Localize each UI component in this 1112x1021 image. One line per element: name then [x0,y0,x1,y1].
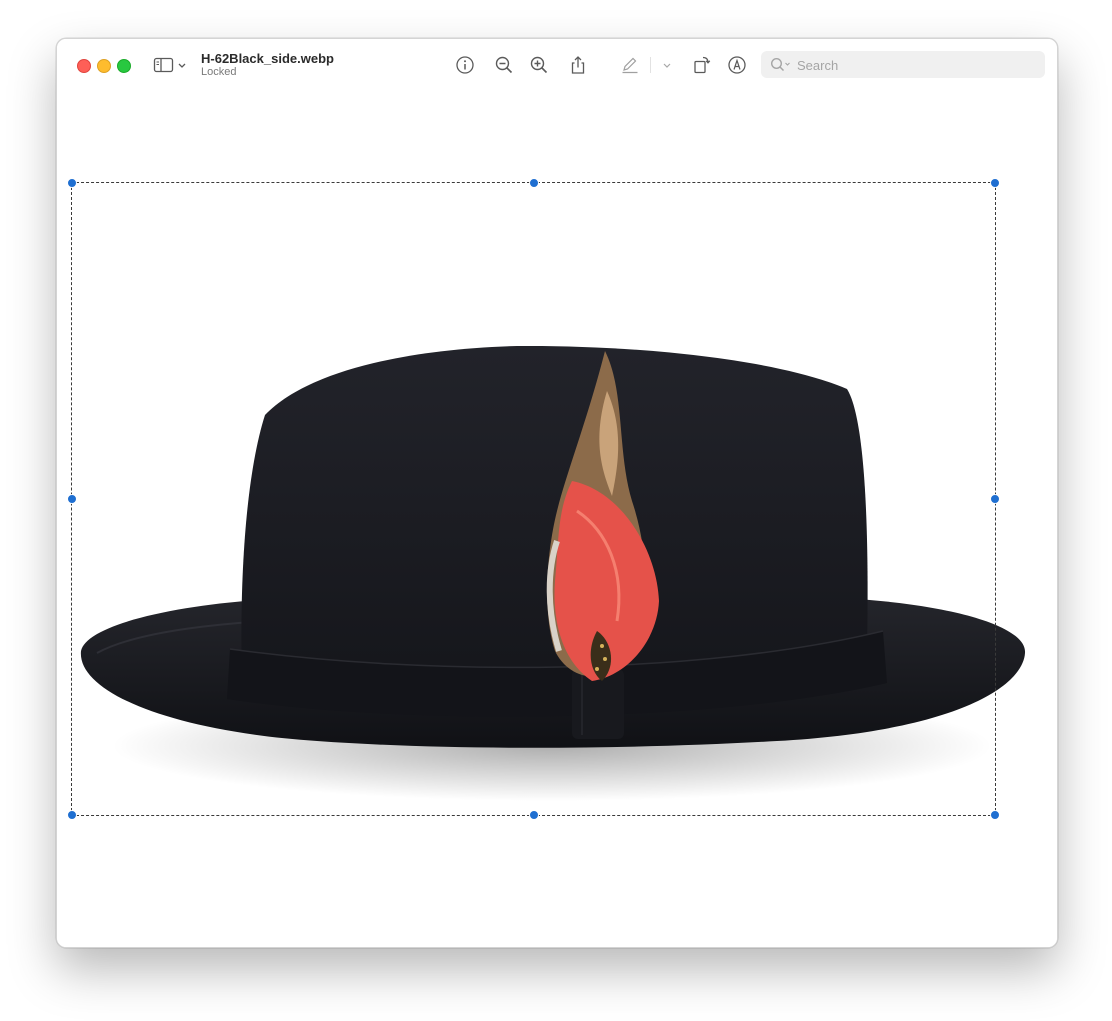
rotate-button[interactable] [692,55,712,75]
selection-rectangle[interactable] [67,178,1000,820]
zoom-in-button[interactable] [529,55,549,75]
info-icon [456,56,474,74]
document-status: Locked [201,66,237,78]
rotate-icon [694,56,711,74]
sidebar-icon [153,57,186,73]
annotate-icon [728,56,746,74]
zoom-button[interactable] [117,59,131,73]
resize-handle-bottom-left[interactable] [67,810,77,820]
resize-handle-bottom[interactable] [528,810,539,820]
title-bar: H-62Black_side.webp Locked [57,39,1057,91]
zoom-out-button[interactable] [494,55,514,75]
zoom-out-icon [495,56,513,74]
zoom-in-icon [530,56,548,74]
minimize-button[interactable] [97,59,111,73]
resize-handle-top-right[interactable] [990,178,1000,188]
chevron-down-icon [663,63,671,68]
toolbar-divider [650,57,651,73]
info-button[interactable] [455,55,475,75]
share-button[interactable] [568,55,588,75]
close-button[interactable] [77,59,91,73]
chevron-down-icon [178,63,186,68]
sidebar-toggle-button[interactable] [153,55,189,75]
resize-handle-right[interactable] [990,494,1000,504]
resize-handle-bottom-right[interactable] [990,810,1000,820]
chevron-down-icon [785,62,790,66]
search-field[interactable] [761,51,1045,78]
share-icon [571,56,585,74]
preview-window: H-62Black_side.webp Locked [56,38,1058,948]
markup-pen-icon [622,57,638,74]
markup-button[interactable] [620,55,640,75]
document-title: H-62Black_side.webp [201,51,334,66]
resize-handle-left[interactable] [67,494,77,504]
resize-handle-top-left[interactable] [67,178,77,188]
title-block: H-62Black_side.webp Locked [201,51,334,79]
resize-handle-top[interactable] [528,178,539,188]
annotate-button[interactable] [727,55,747,75]
markup-menu-button[interactable] [657,55,673,75]
image-canvas[interactable] [57,91,1057,947]
search-input[interactable] [795,55,1039,76]
search-icon [770,57,790,72]
